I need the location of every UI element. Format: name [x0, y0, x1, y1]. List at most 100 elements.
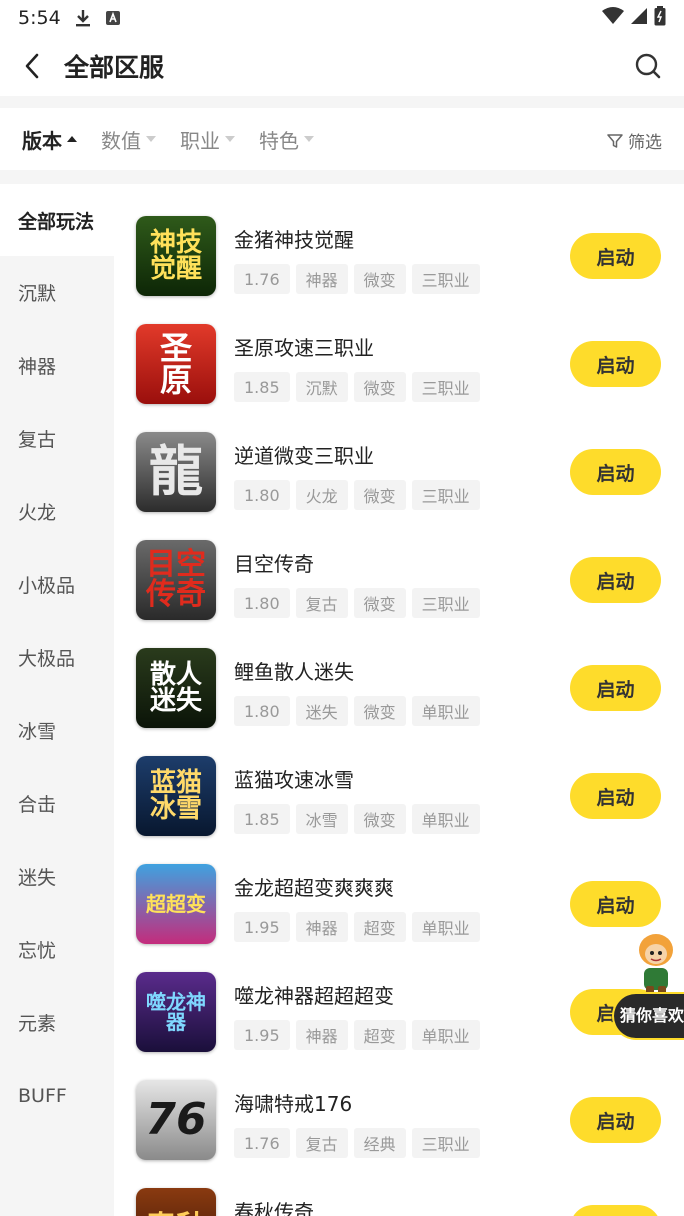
tag: 三职业: [411, 1128, 480, 1158]
game-item[interactable]: 散人迷失 鲤鱼散人迷失 1.80 迷失 微变 单职业 启动: [114, 616, 684, 728]
game-item[interactable]: 龍 逆道微变三职业 1.80 火龙 微变 三职业 启动: [114, 400, 684, 512]
filter-tab-label: 特色: [259, 128, 299, 153]
sort-down-icon: [304, 136, 314, 142]
tag: 微变: [353, 372, 406, 402]
download-icon: [75, 9, 91, 27]
tag-version: 1.76: [234, 264, 290, 294]
launch-button[interactable]: 启动: [570, 773, 661, 819]
sidebar-item-combo[interactable]: 合击: [0, 767, 114, 840]
sidebar-item-artifact[interactable]: 神器: [0, 329, 114, 402]
game-icon: 超超变: [136, 864, 216, 944]
game-item[interactable]: 圣原 圣原攻速三职业 1.85 沉默 微变 三职业 启动: [114, 292, 684, 404]
game-icon: 龍: [136, 432, 216, 512]
category-sidebar: 全部玩法 沉默 神器 复古 火龙 小极品 大极品 冰雪 合击 迷失 忘忧 元素 …: [0, 184, 114, 1216]
sort-down-icon: [225, 136, 235, 142]
game-item[interactable]: 蓝猫冰雪 蓝猫攻速冰雪 1.85 冰雪 微变 单职业 启动: [114, 724, 684, 836]
tag: 迷失: [295, 696, 348, 726]
filter-tab-feature[interactable]: 特色: [259, 125, 314, 154]
tag: 单职业: [411, 1020, 480, 1050]
game-tags: 1.85 冰雪 微变 单职业: [234, 804, 480, 834]
sidebar-item-fire-dragon[interactable]: 火龙: [0, 475, 114, 548]
filter-tab-value[interactable]: 数值: [101, 125, 156, 154]
tag-version: 1.76: [234, 1128, 290, 1158]
sidebar-item-buff[interactable]: BUFF: [0, 1059, 114, 1132]
launch-button[interactable]: 启动: [570, 1097, 661, 1143]
page-title: 全部区服: [64, 53, 165, 82]
sidebar-item-silent[interactable]: 沉默: [0, 256, 114, 329]
sidebar-item-small-rare[interactable]: 小极品: [0, 548, 114, 621]
tag: 神器: [295, 264, 348, 294]
recommend-float-button[interactable]: 猜你喜欢: [612, 930, 684, 1042]
funnel-icon: [607, 133, 623, 148]
game-list: 神技觉醒 金猪神技觉醒 1.76 神器 微变 三职业 启动 圣原 圣原攻速三职业…: [114, 184, 684, 1216]
game-name: 金龙超超变爽爽爽: [234, 876, 394, 900]
game-icon: 圣原: [136, 324, 216, 404]
game-item[interactable]: 神技觉醒 金猪神技觉醒 1.76 神器 微变 三职业 启动: [114, 184, 684, 296]
tag-version: 1.80: [234, 480, 290, 510]
launch-button[interactable]: 启动: [570, 881, 661, 927]
tag: 单职业: [411, 696, 480, 726]
tag: 三职业: [411, 264, 480, 294]
game-tags: 1.95 神器 超变 单职业: [234, 1020, 480, 1050]
launch-button[interactable]: 启动: [570, 557, 661, 603]
tag-version: 1.85: [234, 372, 290, 402]
game-name: 圣原攻速三职业: [234, 336, 374, 360]
sidebar-item-label: BUFF: [18, 1084, 67, 1107]
sidebar-item-retro[interactable]: 复古: [0, 402, 114, 475]
tag: 超变: [353, 1020, 406, 1050]
sidebar-item-label: 小极品: [18, 575, 76, 597]
launch-button[interactable]: 启动: [570, 341, 661, 387]
game-name: 目空传奇: [234, 552, 314, 576]
tag: 微变: [353, 588, 406, 618]
tag-version: 1.95: [234, 1020, 290, 1050]
game-item[interactable]: 目空传奇 目空传奇 1.80 复古 微变 三职业 启动: [114, 508, 684, 620]
launch-button[interactable]: 启动: [570, 665, 661, 711]
tag: 微变: [353, 696, 406, 726]
game-item[interactable]: 春秋 春秋传奇 启动: [114, 1156, 684, 1216]
game-item[interactable]: 噬龙神器 噬龙神器超超超变 1.95 神器 超变 单职业 启动: [114, 940, 684, 1052]
filter-tab-class[interactable]: 职业: [180, 125, 235, 154]
game-name: 噬龙神器超超超变: [234, 984, 394, 1008]
game-item[interactable]: 超超变 金龙超超变爽爽爽 1.95 神器 超变 单职业 启动: [114, 832, 684, 944]
sort-up-icon: [67, 136, 77, 142]
game-name: 春秋传奇: [234, 1200, 314, 1216]
game-name: 海啸特戒176: [234, 1092, 353, 1116]
sidebar-item-element[interactable]: 元素: [0, 986, 114, 1059]
search-button[interactable]: [626, 44, 670, 88]
sidebar-item-ice[interactable]: 冰雪: [0, 694, 114, 767]
sidebar-item-carefree[interactable]: 忘忧: [0, 913, 114, 986]
launch-button[interactable]: 启动: [570, 449, 661, 495]
game-item[interactable]: 76 海啸特戒176 1.76 复古 经典 三职业 启动: [114, 1048, 684, 1160]
wifi-icon: [602, 6, 624, 30]
game-tags: 1.80 迷失 微变 单职业: [234, 696, 480, 726]
tag: 三职业: [411, 588, 480, 618]
launch-button[interactable]: 启动: [570, 233, 661, 279]
signal-icon: [630, 7, 648, 30]
tag: 单职业: [411, 912, 480, 942]
sidebar-item-all[interactable]: 全部玩法: [0, 184, 114, 256]
game-tags: 1.80 复古 微变 三职业: [234, 588, 480, 618]
tag-version: 1.95: [234, 912, 290, 942]
sidebar-item-lost[interactable]: 迷失: [0, 840, 114, 913]
tag: 三职业: [411, 372, 480, 402]
recommend-label: 猜你喜欢: [612, 992, 684, 1040]
back-button[interactable]: [0, 36, 64, 96]
sidebar-item-label: 忘忧: [18, 940, 57, 962]
tag: 单职业: [411, 804, 480, 834]
screen-filter-label: 筛选: [628, 133, 662, 153]
sidebar-item-label: 火龙: [18, 502, 57, 524]
search-icon: [635, 53, 661, 79]
tag-version: 1.80: [234, 696, 290, 726]
tag-version: 1.80: [234, 588, 290, 618]
filter-tab-version[interactable]: 版本: [22, 125, 77, 154]
tag: 微变: [353, 804, 406, 834]
sidebar-item-label: 沉默: [18, 283, 57, 305]
game-name: 逆道微变三职业: [234, 444, 374, 468]
tag: 经典: [353, 1128, 406, 1158]
screen-filter-button[interactable]: 筛选: [607, 128, 662, 153]
sidebar-item-label: 大极品: [18, 648, 76, 670]
game-name: 蓝猫攻速冰雪: [234, 768, 354, 792]
launch-button[interactable]: 启动: [570, 1205, 661, 1216]
sidebar-item-big-rare[interactable]: 大极品: [0, 621, 114, 694]
tag: 神器: [295, 1020, 348, 1050]
